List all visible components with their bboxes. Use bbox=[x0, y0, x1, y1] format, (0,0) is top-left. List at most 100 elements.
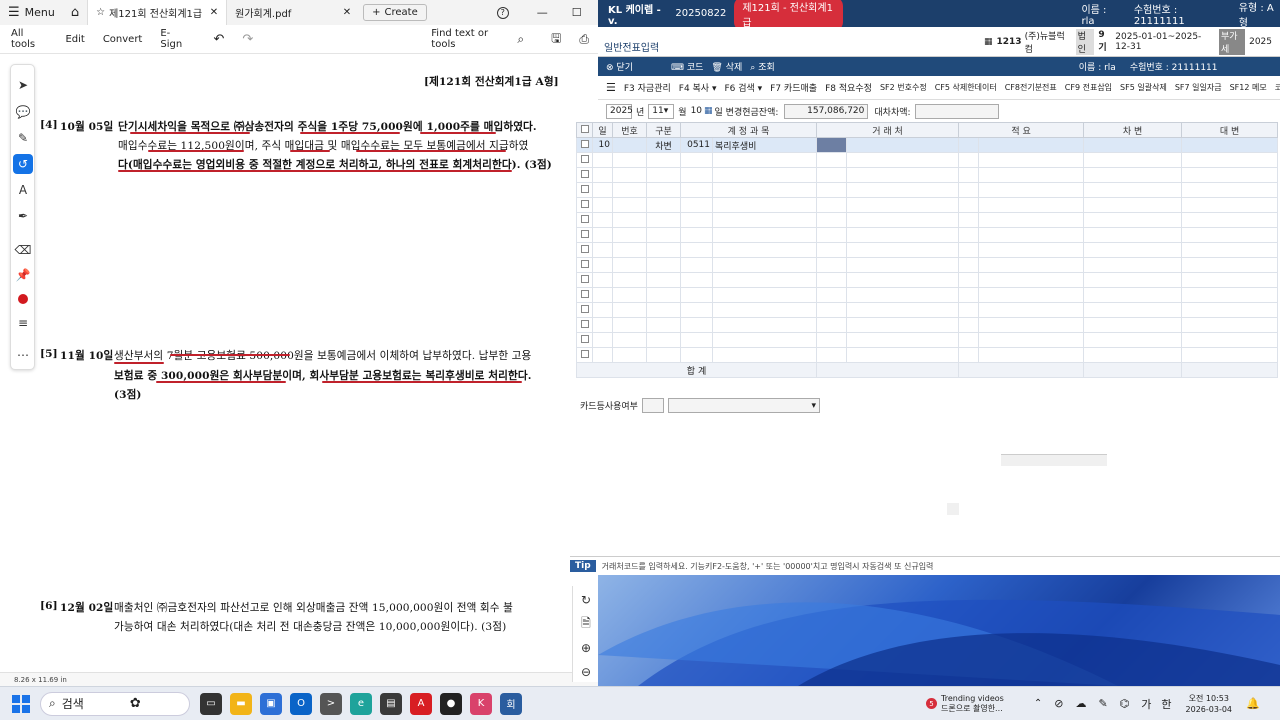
grid-cell[interactable] bbox=[1083, 317, 1183, 333]
grid-cell[interactable] bbox=[680, 197, 713, 213]
zoom-in-icon[interactable]: ⊕ bbox=[578, 640, 594, 656]
row-checkbox[interactable] bbox=[576, 332, 593, 348]
page-icon[interactable]: 🗎 bbox=[578, 616, 594, 632]
grid-cell[interactable] bbox=[846, 242, 960, 258]
fkey-f3[interactable]: F3 자금관리 bbox=[620, 81, 675, 94]
table-row[interactable] bbox=[576, 332, 1279, 348]
grid-cell[interactable] bbox=[846, 212, 960, 228]
company-box[interactable]: ▦ 1213 (주)뉴블럭컴 법인 9기 2025-01-01~2025-12-… bbox=[984, 28, 1272, 55]
table-row[interactable] bbox=[576, 302, 1279, 318]
row-checkbox[interactable] bbox=[576, 212, 593, 228]
news-widget[interactable]: 5 Trending videos 드론으로 촬영한... bbox=[926, 694, 1004, 714]
select-cursor-icon[interactable]: ➤ bbox=[13, 75, 33, 95]
table-row[interactable] bbox=[576, 257, 1279, 273]
table-row[interactable] bbox=[576, 272, 1279, 288]
line-weight-icon[interactable]: ≡ bbox=[13, 313, 33, 333]
table-row[interactable] bbox=[576, 317, 1279, 333]
grid-cell[interactable] bbox=[1083, 182, 1183, 198]
grid-cell[interactable] bbox=[646, 272, 681, 288]
grid-cell[interactable] bbox=[978, 347, 1085, 363]
grid-cell[interactable] bbox=[612, 257, 647, 273]
grid-cell[interactable] bbox=[978, 242, 1085, 258]
grid-cell[interactable] bbox=[958, 332, 980, 348]
search-icon[interactable]: ⌕ bbox=[517, 32, 524, 47]
grid-cell[interactable] bbox=[592, 317, 613, 333]
grid-cell[interactable] bbox=[958, 212, 980, 228]
grid-cell[interactable] bbox=[711, 167, 818, 183]
chevron-up-icon[interactable]: ⌃ bbox=[1034, 698, 1042, 709]
grid-cell[interactable] bbox=[1181, 347, 1279, 363]
grid-cell[interactable] bbox=[978, 287, 1085, 303]
fkey-f7[interactable]: F7 카드매출 bbox=[766, 81, 821, 94]
grid-cell[interactable] bbox=[711, 242, 818, 258]
grid-cell[interactable] bbox=[592, 182, 613, 198]
grid-cell[interactable] bbox=[958, 182, 980, 198]
grid-cell[interactable] bbox=[816, 242, 848, 258]
close-button[interactable]: ⊗ 닫기 bbox=[606, 60, 633, 73]
wifi-off-icon[interactable]: ⊘ bbox=[1054, 697, 1063, 710]
table-row[interactable] bbox=[576, 152, 1279, 168]
fkey-sf12[interactable]: SF12 메모 bbox=[1226, 82, 1271, 93]
grid-cell[interactable] bbox=[978, 332, 1085, 348]
grid-cell[interactable] bbox=[816, 182, 848, 198]
search-button[interactable]: ⌕ 조회 bbox=[750, 60, 774, 73]
cloud-icon[interactable]: ☁ bbox=[1075, 697, 1086, 710]
grid-cell[interactable] bbox=[612, 227, 647, 243]
grid-cell[interactable] bbox=[846, 302, 960, 318]
grid-cell[interactable] bbox=[958, 257, 980, 273]
fkey-cf5[interactable]: CF5 삭제한데이터 bbox=[931, 82, 1001, 93]
grid-cell[interactable] bbox=[646, 347, 681, 363]
fkey-f6[interactable]: F6 검색 ▾ bbox=[720, 81, 766, 94]
grid-cell[interactable] bbox=[711, 347, 818, 363]
table-row[interactable]: 10 차변 0511 복리후생비 bbox=[576, 137, 1279, 153]
clock[interactable]: 오전 10:53 2026-03-04 bbox=[1186, 693, 1233, 715]
grid-cell[interactable] bbox=[612, 242, 647, 258]
grid-cell[interactable] bbox=[846, 332, 960, 348]
grid-cell[interactable] bbox=[1083, 152, 1183, 168]
grid-cell[interactable] bbox=[1181, 182, 1279, 198]
cell-type[interactable]: 차변 bbox=[646, 137, 681, 153]
grid-cell[interactable] bbox=[680, 302, 713, 318]
grid-cell[interactable] bbox=[592, 167, 613, 183]
sign-icon[interactable]: ✒ bbox=[13, 206, 33, 226]
grid-cell[interactable] bbox=[646, 242, 681, 258]
grid-cell[interactable] bbox=[958, 167, 980, 183]
grid-cell[interactable] bbox=[592, 152, 613, 168]
grid-cell[interactable] bbox=[1083, 272, 1183, 288]
grid-cell[interactable] bbox=[680, 257, 713, 273]
file-explorer-icon[interactable]: ▬ bbox=[230, 692, 252, 715]
grid-cell[interactable] bbox=[711, 212, 818, 228]
grid-cell[interactable] bbox=[680, 242, 713, 258]
store-icon[interactable]: ▣ bbox=[260, 692, 282, 715]
start-button[interactable] bbox=[12, 694, 30, 713]
grid-cell[interactable] bbox=[592, 347, 613, 363]
grid-cell[interactable] bbox=[816, 272, 848, 288]
grid-cell[interactable] bbox=[1083, 197, 1183, 213]
grid-cell[interactable] bbox=[958, 152, 980, 168]
draw-lasso-icon[interactable]: ↺ bbox=[13, 154, 33, 174]
row-checkbox[interactable] bbox=[576, 137, 593, 153]
table-row[interactable] bbox=[576, 197, 1279, 213]
grid-cell[interactable] bbox=[1083, 257, 1183, 273]
grid-cell[interactable] bbox=[711, 287, 818, 303]
grid-cell[interactable] bbox=[816, 332, 848, 348]
grid-cell[interactable] bbox=[711, 332, 818, 348]
grid-cell[interactable] bbox=[1083, 287, 1183, 303]
fkey-sf5[interactable]: SF5 일괄삭제 bbox=[1116, 82, 1171, 93]
row-checkbox[interactable] bbox=[576, 317, 593, 333]
pen-icon[interactable]: ✎ bbox=[1098, 697, 1107, 710]
grid-cell[interactable] bbox=[592, 302, 613, 318]
minimize-button[interactable]: — bbox=[529, 0, 556, 25]
zoom-out-icon[interactable]: ⊖ bbox=[578, 664, 594, 680]
fkey-cf8[interactable]: CF8전기분전표 bbox=[1001, 82, 1061, 93]
month-select[interactable]: 11 ▾ bbox=[648, 103, 675, 119]
grid-cell[interactable] bbox=[978, 257, 1085, 273]
grid-cell[interactable] bbox=[846, 317, 960, 333]
grid-cell[interactable] bbox=[958, 197, 980, 213]
grid-cell[interactable] bbox=[978, 197, 1085, 213]
cell-number[interactable] bbox=[612, 137, 647, 153]
grid-cell[interactable] bbox=[1181, 197, 1279, 213]
grid-cell[interactable] bbox=[612, 272, 647, 288]
comment-icon[interactable]: 💬 bbox=[13, 102, 33, 122]
grid-cell[interactable] bbox=[646, 197, 681, 213]
